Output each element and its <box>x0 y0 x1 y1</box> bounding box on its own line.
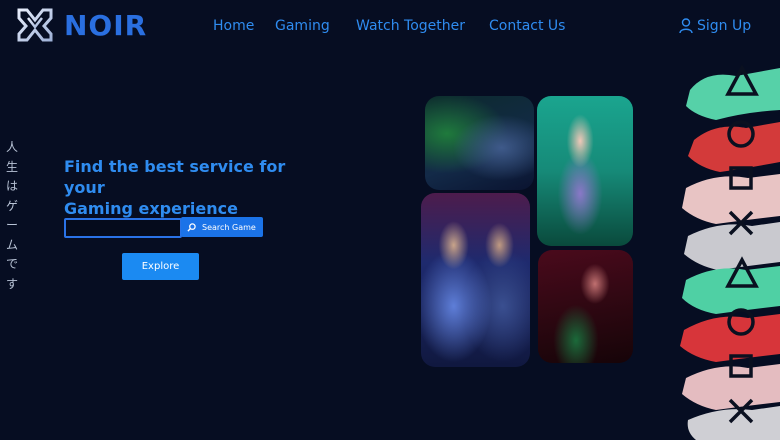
vertical-char: ム <box>5 237 18 252</box>
controller-symbols-decoration <box>680 64 780 440</box>
vertical-char: で <box>5 257 18 271</box>
search-game-label: Search Game <box>202 222 256 232</box>
search-game-button[interactable]: Search Game <box>181 217 263 237</box>
user-icon <box>679 18 693 34</box>
vertical-char: は <box>5 179 18 193</box>
main-nav: Home Gaming Watch Together Contact Us <box>0 18 780 38</box>
gamer-photo-4 <box>538 250 633 363</box>
headline-line-2: Gaming experience <box>64 199 238 218</box>
vertical-char: 生 <box>5 159 18 174</box>
gamer-photo-3 <box>421 193 530 367</box>
nav-gaming[interactable]: Gaming <box>275 18 330 34</box>
vertical-char: ゲ <box>5 198 18 213</box>
vertical-char: ー <box>5 218 18 232</box>
nav-contact-us[interactable]: Contact Us <box>489 18 565 34</box>
gamer-photo-2 <box>537 96 633 246</box>
headline-line-1: Find the best service for your <box>64 157 286 197</box>
sign-up-label: Sign Up <box>697 18 752 34</box>
gamer-photo-1 <box>425 96 534 190</box>
vertical-japanese-text: 人 生 は ゲ ー ム で す <box>5 138 19 294</box>
nav-home[interactable]: Home <box>213 18 254 34</box>
hero-headline: Find the best service for your Gaming ex… <box>64 156 324 219</box>
vertical-char: 人 <box>5 140 18 154</box>
search-icon <box>187 222 196 232</box>
brush-strokes <box>680 68 780 440</box>
nav-watch-together[interactable]: Watch Together <box>356 18 465 34</box>
vertical-char: す <box>5 276 18 291</box>
search-input[interactable] <box>64 218 182 238</box>
explore-button[interactable]: Explore <box>122 253 199 280</box>
sign-up-link[interactable]: Sign Up <box>679 18 751 34</box>
